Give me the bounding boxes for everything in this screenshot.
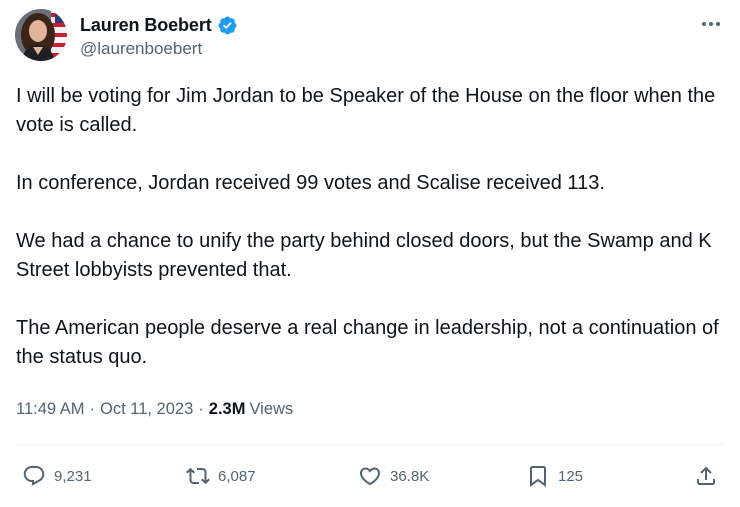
tweet-paragraph: I will be voting for Jim Jordan to be Sp… — [16, 85, 716, 136]
author-name-row: Lauren Boebert — [80, 13, 238, 37]
repost-count: 6,087 — [218, 467, 256, 485]
avatar[interactable] — [15, 9, 67, 61]
bookmark-icon — [526, 464, 550, 488]
repost-arrows-icon — [186, 464, 210, 488]
views-count: 2.3M — [208, 400, 246, 418]
tweet-paragraph: We had a chance to unify the party behin… — [16, 230, 712, 281]
share-button[interactable] — [694, 456, 718, 496]
like-count: 36.8K — [390, 467, 430, 485]
tweet-time[interactable]: 11:49 AM — [16, 400, 85, 419]
like-button[interactable]: 36.8K — [358, 456, 429, 496]
tweet-paragraph: The American people deserve a real chang… — [16, 317, 719, 368]
reply-count: 9,231 — [54, 467, 92, 485]
repost-button[interactable]: 6,087 — [186, 456, 256, 496]
bookmark-count: 125 — [558, 467, 584, 485]
reply-button[interactable]: 9,231 — [22, 456, 92, 496]
meta-separator: · — [89, 400, 96, 418]
tweet-text: I will be voting for Jim Jordan to be Sp… — [16, 82, 728, 372]
author-display-name[interactable]: Lauren Boebert — [80, 15, 212, 36]
bookmark-button[interactable]: 125 — [526, 456, 583, 496]
author-handle[interactable]: @laurenboebert — [80, 39, 202, 59]
tweet-date[interactable]: Oct 11, 2023 — [100, 400, 193, 419]
action-bar: 9,231 6,087 36.8K 125 — [0, 456, 740, 496]
share-upload-icon — [694, 464, 718, 488]
reply-bubble-icon — [22, 464, 46, 488]
verified-badge-icon — [217, 15, 238, 36]
tweet-meta: 11:49 AM · Oct 11, 2023 · 2.3M Views — [16, 400, 293, 419]
views-label: Views — [249, 400, 294, 418]
divider — [16, 444, 724, 445]
more-horizontal-icon[interactable] — [699, 14, 723, 34]
avatar-image — [15, 9, 67, 61]
heart-icon — [358, 464, 382, 488]
tweet-card: Lauren Boebert @laurenboebert I will be … — [0, 0, 740, 507]
meta-separator: · — [198, 400, 204, 418]
tweet-paragraph: In conference, Jordan received 99 votes … — [16, 172, 605, 194]
